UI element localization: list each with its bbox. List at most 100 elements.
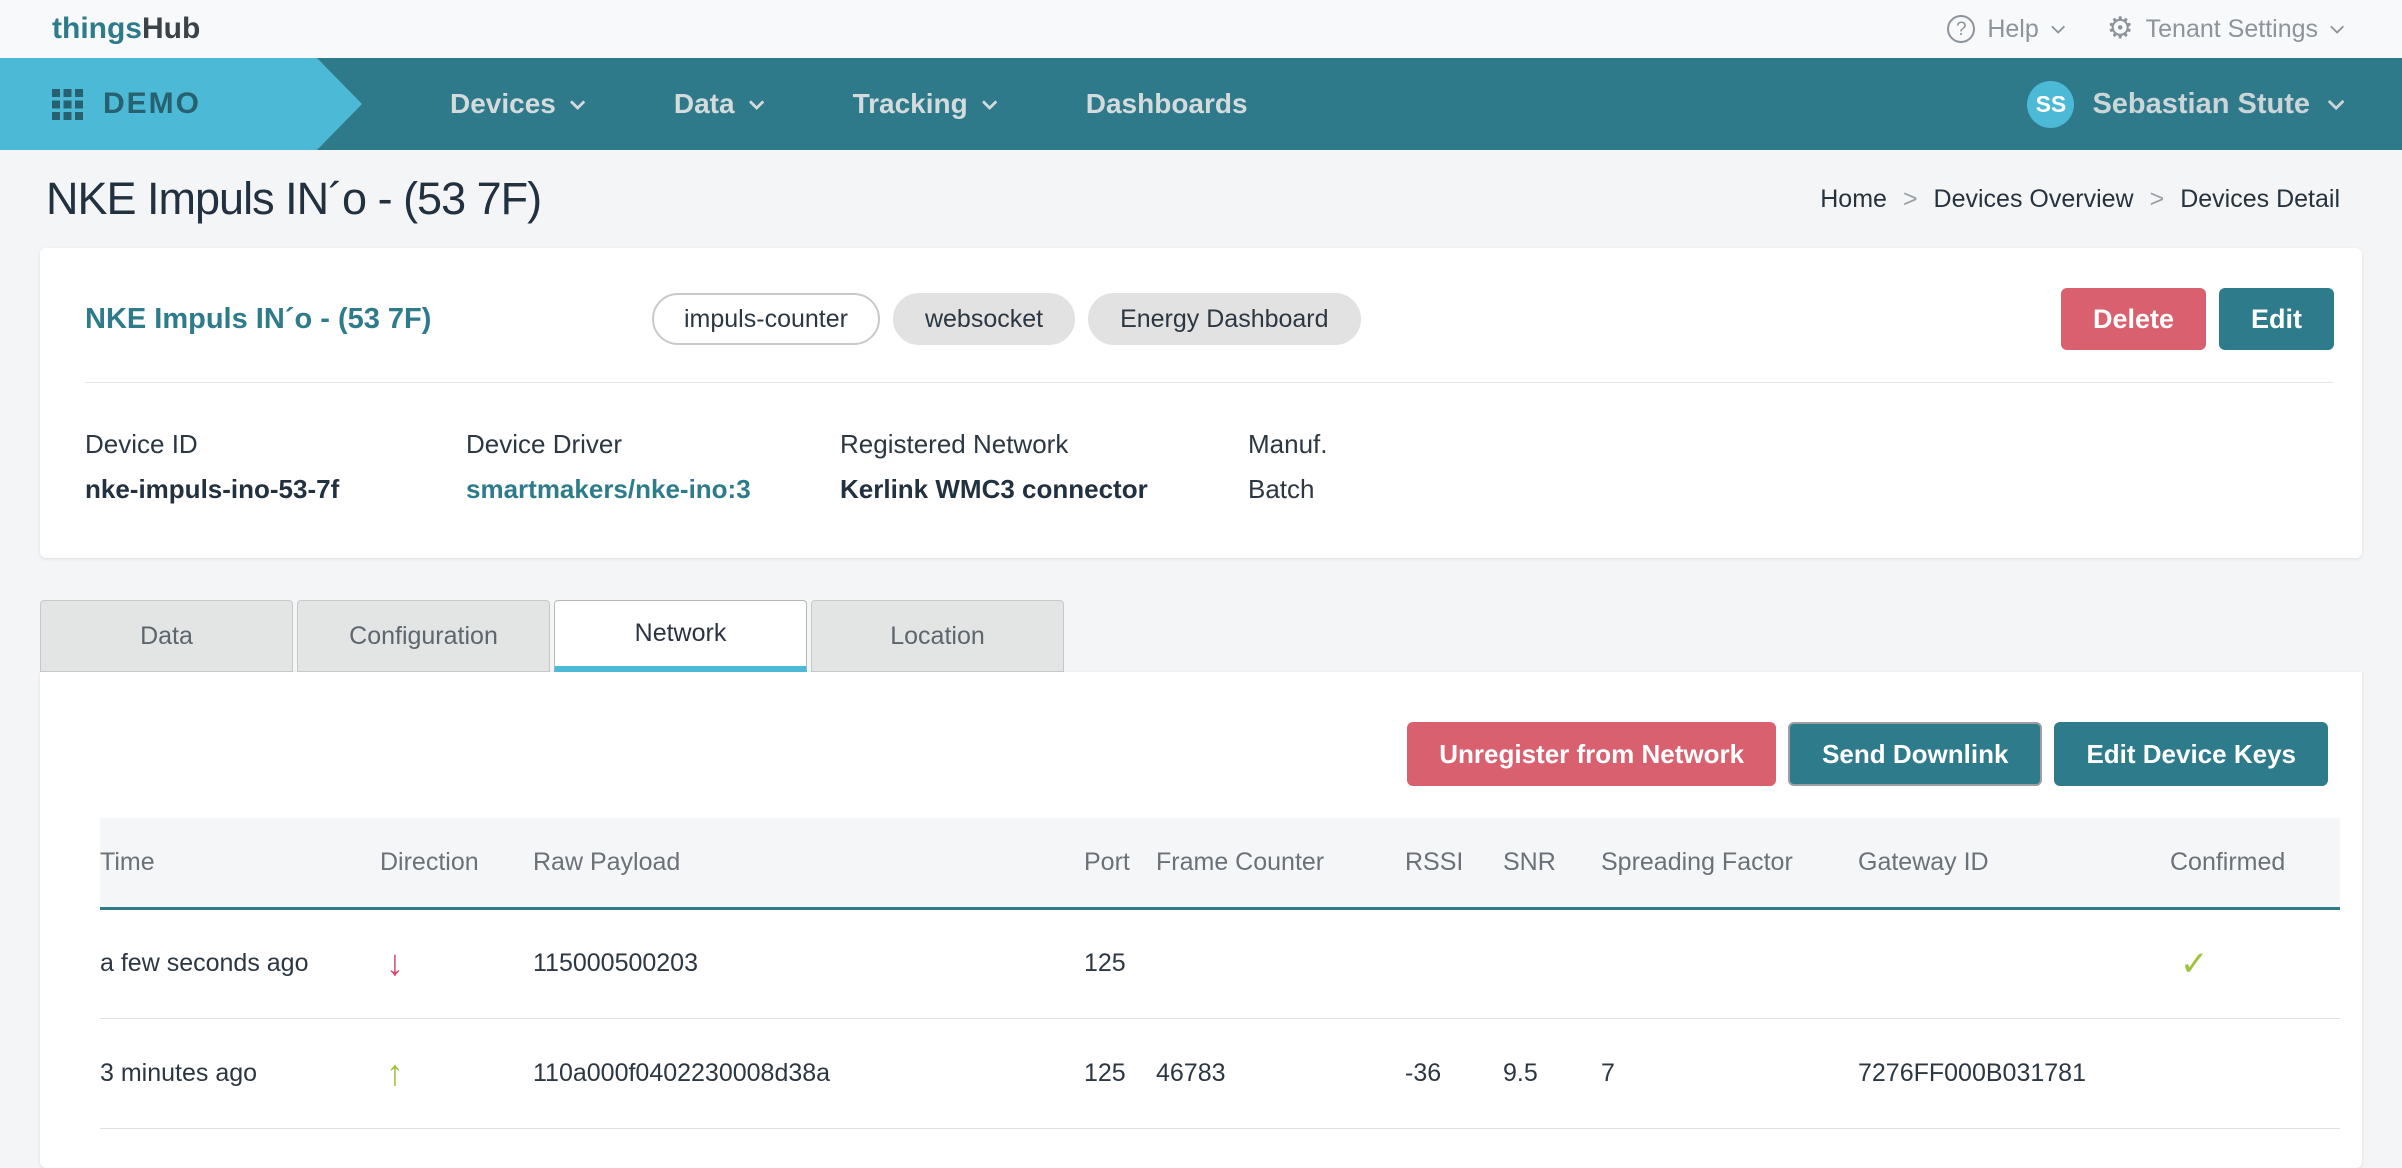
- table-row: 3 minutes ago↑110a000f0402230008d38a1254…: [100, 1018, 2340, 1128]
- chevron-down-icon: [2328, 93, 2345, 110]
- tenant-switcher[interactable]: DEMO: [0, 58, 362, 150]
- cell-port: 125: [1084, 908, 1156, 1018]
- cell-rssi: -34: [1405, 1128, 1503, 1168]
- send-downlink-button[interactable]: Send Downlink: [1788, 722, 2042, 786]
- cell-direction: ↑: [380, 1018, 533, 1128]
- field-label: Registered Network: [840, 429, 1248, 460]
- nav-item-data[interactable]: Data: [674, 88, 760, 120]
- cell-frame-counter: [1156, 908, 1405, 1018]
- cell-port: 125: [1084, 1018, 1156, 1128]
- device-tag-impuls-counter: impuls-counter: [652, 293, 880, 345]
- device-tags: impuls-counterwebsocketEnergy Dashboard: [652, 293, 1361, 345]
- cell-confirmed: [2170, 1018, 2340, 1128]
- field-label: Device Driver: [466, 429, 840, 460]
- top-utility-bar: thingsHub ? Help ⚙ Tenant Settings: [0, 0, 2402, 58]
- cell-frame-counter: 46783: [1156, 1018, 1405, 1128]
- cell-gateway-id: [1858, 908, 2170, 1018]
- cell-raw-payload: 115000500203: [533, 908, 1084, 1018]
- device-summary-card: NKE Impuls IN´o - (53 7F) impuls-counter…: [40, 248, 2362, 558]
- field-registered-network: Registered NetworkKerlink WMC3 connector: [840, 429, 1248, 505]
- field-value: Batch: [1248, 474, 1328, 505]
- grid-icon: [52, 89, 83, 120]
- tab-network[interactable]: Network: [554, 600, 807, 672]
- page-title: NKE Impuls IN´o - (53 7F): [46, 173, 541, 225]
- app-logo-hub: Hub: [142, 12, 200, 45]
- device-tag-energy-dashboard: Energy Dashboard: [1088, 293, 1360, 345]
- uplink-arrow-icon: ↑: [380, 1055, 404, 1091]
- field-device-driver: Device Driver smartmakers/nke-ino:3: [466, 429, 840, 505]
- confirmed-check-icon: ✓: [2170, 944, 2209, 984]
- gear-icon: ⚙: [2107, 14, 2134, 44]
- network-panel: Unregister from NetworkSend DownlinkEdit…: [40, 672, 2362, 1168]
- page-header: NKE Impuls IN´o - (53 7F) Home > Devices O…: [0, 150, 2402, 248]
- tab-data[interactable]: Data: [40, 600, 293, 672]
- cell-raw-payload: 110a000f0402230008cd38: [533, 1128, 1084, 1168]
- nav-item-tracking[interactable]: Tracking: [853, 88, 993, 120]
- app-logo[interactable]: thingsHub: [52, 12, 200, 46]
- column-header-direction: Direction: [380, 818, 533, 908]
- cell-gateway-id: 7276FF000B031781: [1858, 1128, 2170, 1168]
- breadcrumb-separator: >: [2150, 185, 2165, 214]
- cell-snr: [1503, 908, 1601, 1018]
- cell-direction: ↓: [380, 908, 533, 1018]
- nav-item-label: Data: [674, 88, 735, 120]
- field-value: nke-impuls-ino-53-7f: [85, 474, 466, 505]
- breadcrumb-home[interactable]: Home: [1820, 185, 1887, 214]
- device-fields: Device ID nke-impuls-ino-53-7fDevice Driv…: [85, 429, 2334, 505]
- tenant-name: DEMO: [103, 87, 201, 121]
- chevron-down-icon: [570, 94, 586, 110]
- help-menu[interactable]: ? Help: [1947, 15, 2060, 44]
- chevron-down-icon: [748, 94, 764, 110]
- nav-item-devices[interactable]: Devices: [450, 88, 581, 120]
- tenant-settings-label: Tenant Settings: [2146, 15, 2318, 44]
- field-value[interactable]: smartmakers/nke-ino:3: [466, 474, 840, 505]
- edit-device-keys-button[interactable]: Edit Device Keys: [2054, 722, 2328, 786]
- cell-time: a few seconds ago: [100, 908, 380, 1018]
- user-name: Sebastian Stute: [2092, 88, 2310, 121]
- downlink-arrow-icon: ↓: [380, 945, 404, 981]
- field-device-id: Device ID nke-impuls-ino-53-7f: [85, 429, 466, 505]
- column-header-gateway-id: Gateway ID: [1858, 818, 2170, 908]
- column-header-frame-counter: Frame Counter: [1156, 818, 1405, 908]
- nav-item-dashboards[interactable]: Dashboards: [1086, 88, 1248, 120]
- uplink-table-wrap: TimeDirectionRaw PayloadPortFrame Counte…: [40, 818, 2362, 1168]
- cell-snr: 9.5: [1503, 1018, 1601, 1128]
- field-label: Manuf.: [1248, 429, 1328, 460]
- unregister-from-network-button[interactable]: Unregister from Network: [1407, 722, 1776, 786]
- table-header-row: TimeDirectionRaw PayloadPortFrame Counte…: [100, 818, 2340, 908]
- delete-button[interactable]: Delete: [2061, 288, 2206, 350]
- chevron-down-icon: [2330, 20, 2344, 34]
- network-actions: Unregister from NetworkSend DownlinkEdit…: [40, 722, 2362, 786]
- breadcrumb-separator: >: [1903, 185, 1918, 214]
- cell-direction: ↑: [380, 1128, 533, 1168]
- cell-raw-payload: 110a000f0402230008d38a: [533, 1018, 1084, 1128]
- cell-gateway-id: 7276FF000B031781: [1858, 1018, 2170, 1128]
- avatar: SS: [2027, 81, 2074, 128]
- cell-spreading-factor: 7: [1601, 1128, 1858, 1168]
- breadcrumb-devices-detail: Devices Detail: [2180, 185, 2340, 214]
- cell-frame-counter: 46782: [1156, 1128, 1405, 1168]
- column-header-raw-payload: Raw Payload: [533, 818, 1084, 908]
- user-menu[interactable]: SS Sebastian Stute: [2027, 58, 2402, 150]
- table-row: a few seconds ago↓ 115000500203125 ✓: [100, 908, 2340, 1018]
- uplink-arrow-icon: ↑: [380, 1165, 404, 1168]
- cell-rssi: [1405, 908, 1503, 1018]
- breadcrumb-devices-overview[interactable]: Devices Overview: [1934, 185, 2134, 214]
- column-header-port: Port: [1084, 818, 1156, 908]
- app-logo-things: things: [52, 12, 142, 45]
- cell-confirmed: ✓: [2170, 908, 2340, 1018]
- nav-item-label: Dashboards: [1086, 88, 1248, 120]
- breadcrumb: Home > Devices Overview > Devices Detail: [1820, 185, 2340, 214]
- column-header-confirmed: Confirmed: [2170, 818, 2340, 908]
- help-label: Help: [1987, 15, 2038, 44]
- detail-tabs: DataConfigurationNetworkLocation: [40, 600, 2402, 672]
- help-icon: ?: [1947, 15, 1975, 43]
- main-nav-items: Devices Data Tracking Dashboards: [450, 58, 1248, 150]
- tab-configuration[interactable]: Configuration: [297, 600, 550, 672]
- tenant-settings-menu[interactable]: ⚙ Tenant Settings: [2107, 14, 2340, 44]
- device-tag-websocket: websocket: [893, 293, 1075, 345]
- chevron-down-icon: [2051, 20, 2065, 34]
- field-label: Device ID: [85, 429, 466, 460]
- edit-button[interactable]: Edit: [2219, 288, 2334, 350]
- tab-location[interactable]: Location: [811, 600, 1064, 672]
